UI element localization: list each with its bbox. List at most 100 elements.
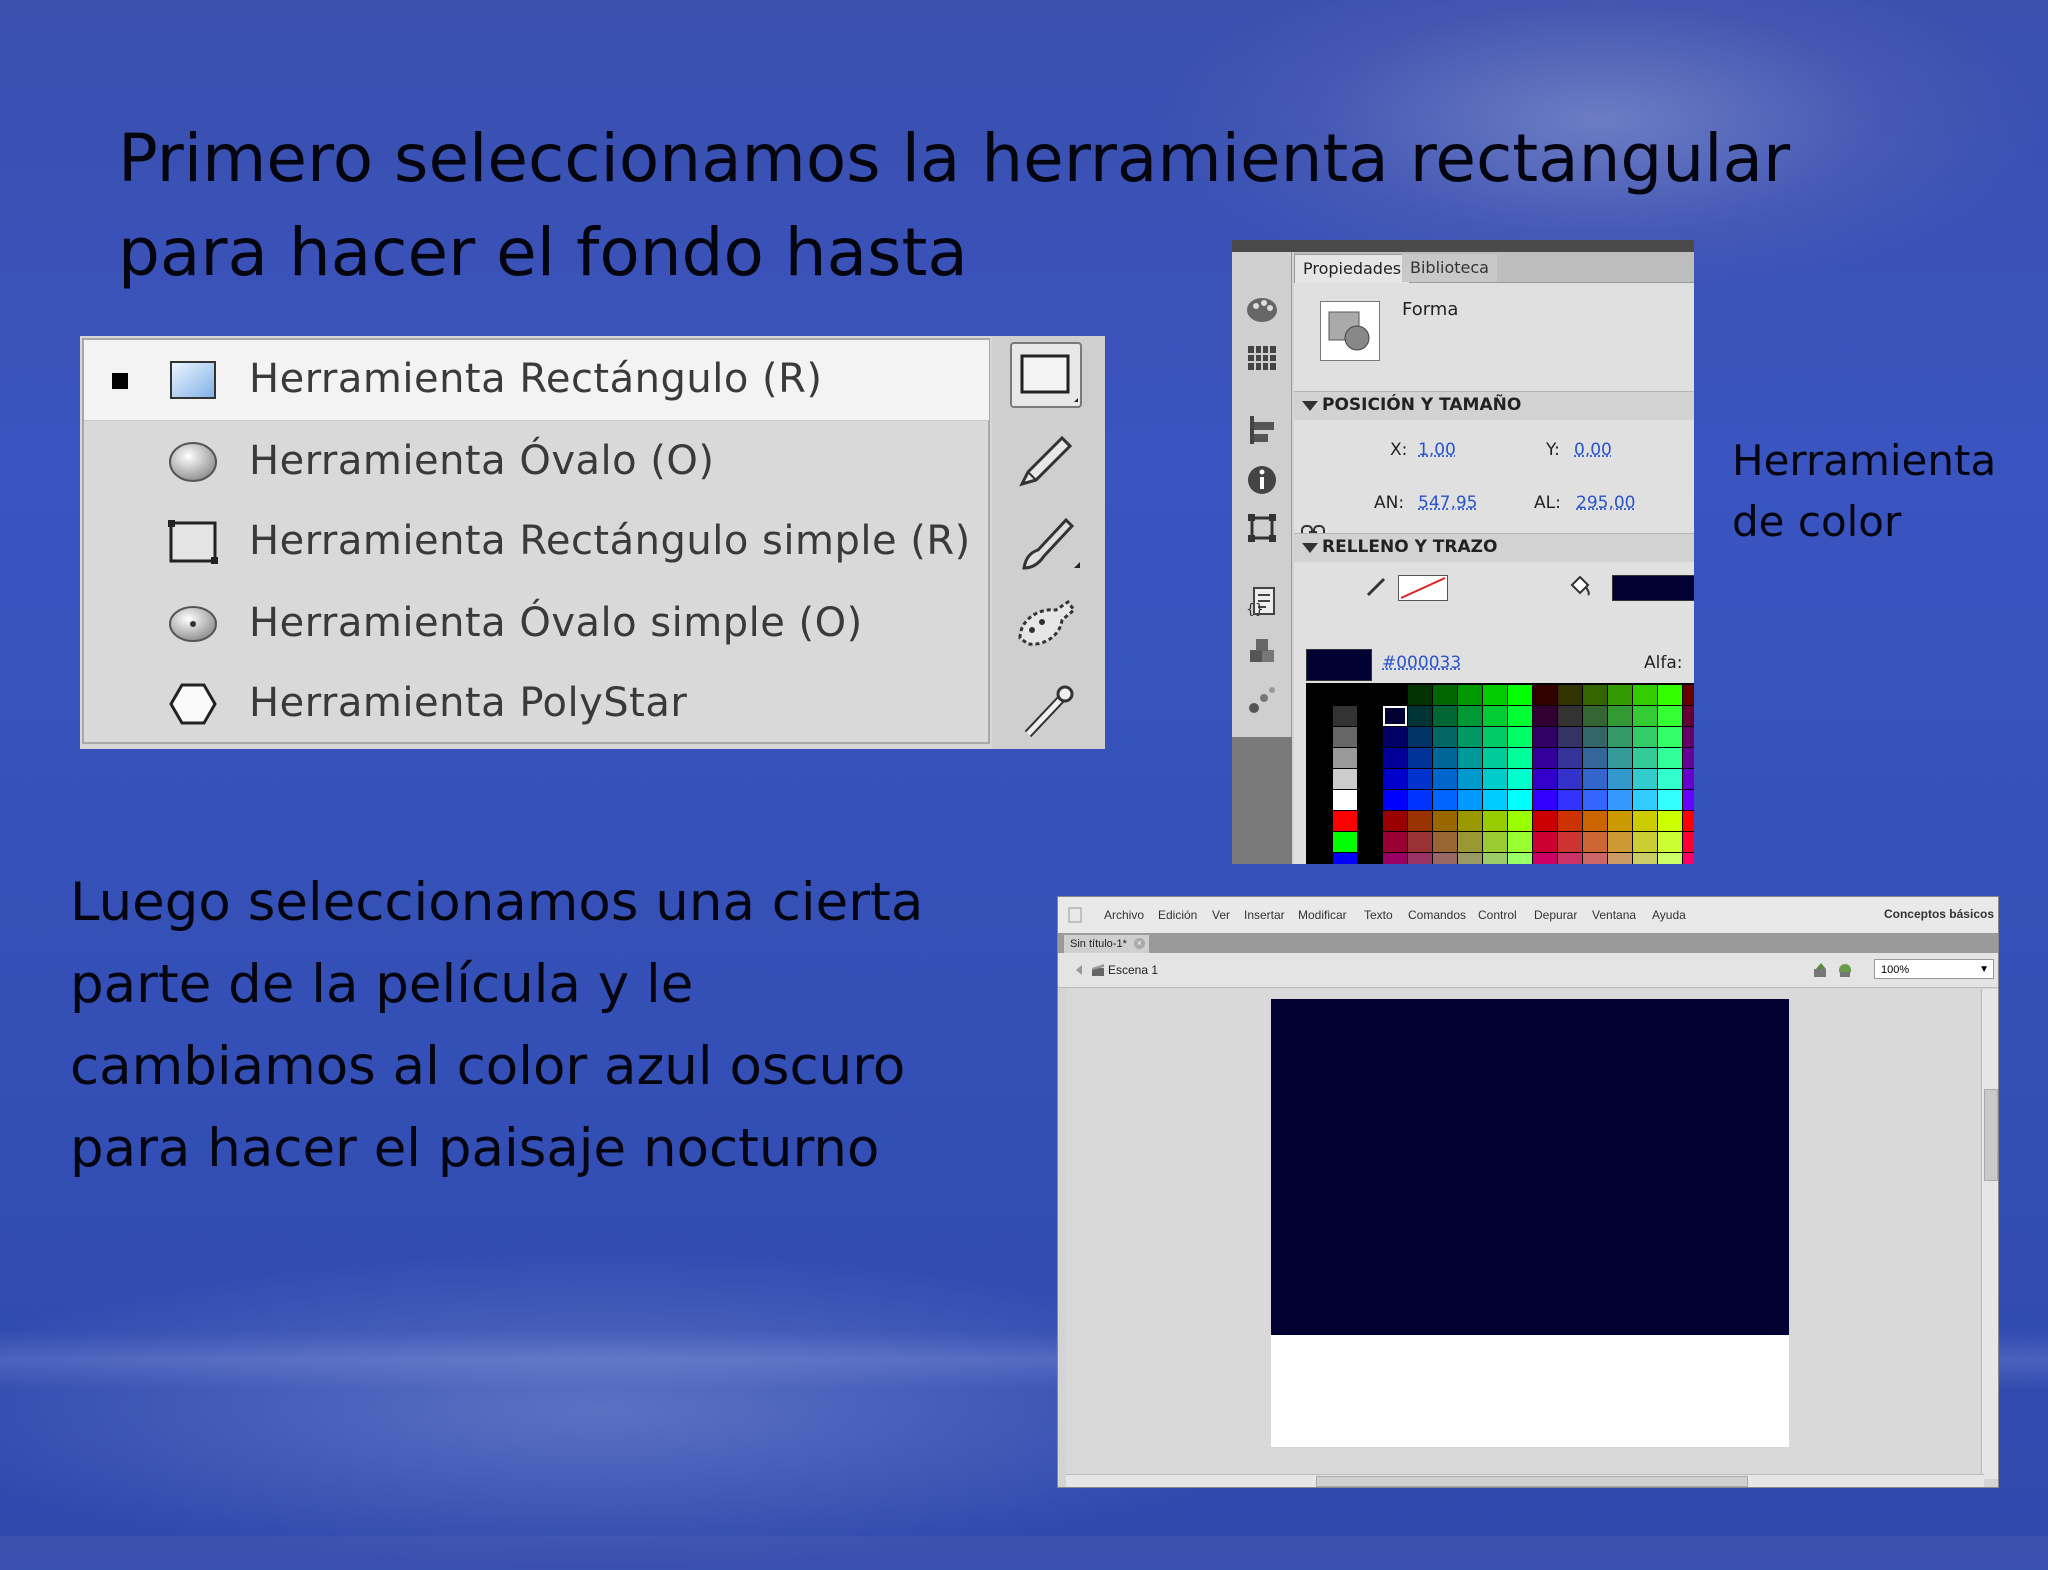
close-tab-icon[interactable]: ×	[1133, 938, 1145, 949]
color-swatch[interactable]	[1433, 832, 1457, 852]
color-swatch[interactable]	[1408, 748, 1432, 768]
tab-biblioteca[interactable]: Biblioteca	[1402, 254, 1497, 282]
color-swatch[interactable]	[1433, 811, 1457, 831]
color-swatch[interactable]	[1583, 706, 1607, 726]
color-swatch[interactable]	[1558, 790, 1582, 810]
color-swatch[interactable]	[1383, 853, 1407, 864]
color-swatch[interactable]	[1308, 811, 1332, 831]
color-swatch[interactable]	[1333, 790, 1357, 810]
color-swatch[interactable]	[1383, 811, 1407, 831]
color-swatch[interactable]	[1658, 811, 1682, 831]
color-swatch[interactable]	[1683, 769, 1694, 789]
pencil-tool-icon[interactable]	[1010, 428, 1082, 494]
zoom-select[interactable]: 100% ▼	[1874, 959, 1994, 979]
color-swatch[interactable]	[1683, 832, 1694, 852]
menu-ver[interactable]: Ver	[1212, 908, 1230, 922]
color-swatch[interactable]	[1408, 706, 1432, 726]
color-swatch[interactable]	[1633, 769, 1657, 789]
color-swatch[interactable]	[1433, 790, 1457, 810]
color-swatch[interactable]	[1533, 685, 1557, 705]
color-swatch[interactable]	[1483, 769, 1507, 789]
color-swatch[interactable]	[1408, 727, 1432, 747]
color-swatch[interactable]	[1333, 853, 1357, 864]
color-swatch[interactable]	[1633, 811, 1657, 831]
color-swatch[interactable]	[1608, 769, 1632, 789]
color-swatch[interactable]	[1633, 832, 1657, 852]
menu-ayuda[interactable]: Ayuda	[1652, 908, 1686, 922]
info-icon[interactable]	[1244, 462, 1280, 498]
color-swatch[interactable]	[1608, 685, 1632, 705]
color-swatch[interactable]	[1333, 769, 1357, 789]
color-swatch[interactable]	[1533, 811, 1557, 831]
color-swatch[interactable]	[1458, 685, 1482, 705]
color-swatch[interactable]	[1458, 853, 1482, 864]
horizontal-scrollbar[interactable]	[1066, 1474, 1984, 1487]
components-icon[interactable]	[1244, 634, 1280, 670]
color-swatch[interactable]	[1508, 727, 1532, 747]
actions-script-icon[interactable]: {}	[1244, 584, 1280, 620]
color-swatch[interactable]	[1658, 853, 1682, 864]
menu-item-oval-primitive-tool[interactable]: Herramienta Óvalo simple (O)	[84, 584, 989, 664]
color-swatch[interactable]	[1308, 832, 1332, 852]
color-swatch[interactable]	[1458, 769, 1482, 789]
color-swatch[interactable]	[1408, 832, 1432, 852]
color-swatch[interactable]	[1358, 769, 1382, 789]
color-swatch[interactable]	[1308, 748, 1332, 768]
y-value-field[interactable]: 0,00	[1574, 440, 1612, 460]
color-swatch[interactable]	[1658, 706, 1682, 726]
color-palette-icon[interactable]	[1244, 292, 1280, 328]
color-swatch[interactable]	[1458, 790, 1482, 810]
color-swatch[interactable]	[1533, 727, 1557, 747]
menu-texto[interactable]: Texto	[1364, 908, 1393, 922]
color-swatch[interactable]	[1633, 748, 1657, 768]
color-swatch[interactable]	[1683, 811, 1694, 831]
color-swatch[interactable]	[1508, 832, 1532, 852]
color-swatch[interactable]	[1558, 685, 1582, 705]
color-swatch[interactable]	[1658, 769, 1682, 789]
night-background-rectangle[interactable]	[1271, 999, 1789, 1335]
color-swatch[interactable]	[1308, 727, 1332, 747]
color-swatch[interactable]	[1583, 790, 1607, 810]
color-swatch[interactable]	[1458, 748, 1482, 768]
color-swatch[interactable]	[1408, 769, 1432, 789]
menu-comandos[interactable]: Comandos	[1408, 908, 1466, 922]
color-swatch[interactable]	[1483, 685, 1507, 705]
swatches-grid-icon[interactable]	[1244, 340, 1280, 376]
color-swatch[interactable]	[1608, 790, 1632, 810]
workspace-selector[interactable]: Conceptos básicos	[1884, 907, 1994, 921]
menu-depurar[interactable]: Depurar	[1534, 908, 1577, 922]
vertical-scrollbar[interactable]	[1981, 989, 1998, 1479]
color-swatch[interactable]	[1383, 748, 1407, 768]
color-swatch[interactable]	[1683, 853, 1694, 864]
color-swatch[interactable]	[1358, 748, 1382, 768]
menu-edicion[interactable]: Edición	[1158, 908, 1197, 922]
color-swatch[interactable]	[1558, 811, 1582, 831]
color-swatch[interactable]	[1483, 727, 1507, 747]
color-swatch[interactable]	[1583, 811, 1607, 831]
color-swatch[interactable]	[1483, 790, 1507, 810]
color-swatch[interactable]	[1558, 832, 1582, 852]
color-swatch[interactable]	[1583, 853, 1607, 864]
color-swatch[interactable]	[1433, 853, 1457, 864]
color-swatch[interactable]	[1308, 790, 1332, 810]
color-swatch[interactable]	[1308, 685, 1332, 705]
color-swatch-palette[interactable]	[1306, 683, 1694, 864]
color-swatch[interactable]	[1333, 748, 1357, 768]
color-swatch[interactable]	[1508, 811, 1532, 831]
color-swatch[interactable]	[1608, 706, 1632, 726]
color-swatch[interactable]	[1683, 706, 1694, 726]
color-swatch[interactable]	[1683, 727, 1694, 747]
color-swatch[interactable]	[1408, 685, 1432, 705]
color-swatch[interactable]	[1558, 769, 1582, 789]
color-swatch[interactable]	[1383, 727, 1407, 747]
menu-item-rectangle-primitive-tool[interactable]: Herramienta Rectángulo simple (R)	[84, 502, 989, 582]
color-swatch[interactable]	[1408, 853, 1432, 864]
color-swatch[interactable]	[1358, 811, 1382, 831]
panel-collapse-bar[interactable]	[1232, 240, 1694, 252]
color-swatch[interactable]	[1533, 769, 1557, 789]
color-swatch[interactable]	[1333, 727, 1357, 747]
color-swatch[interactable]	[1583, 769, 1607, 789]
color-swatch[interactable]	[1333, 832, 1357, 852]
scroll-thumb[interactable]	[1316, 1476, 1748, 1487]
color-swatch[interactable]	[1383, 769, 1407, 789]
